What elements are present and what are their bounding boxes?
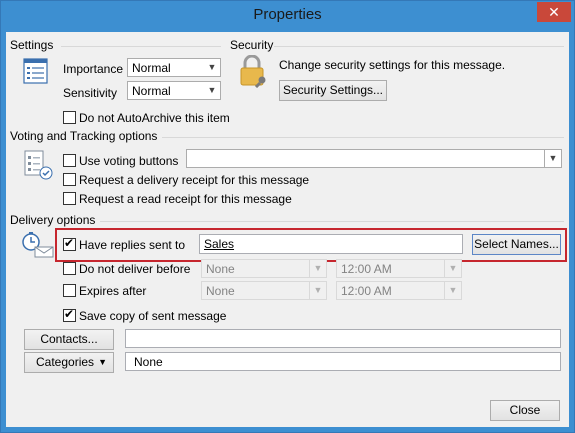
dialog-title: Properties (253, 6, 322, 23)
security-divider (274, 46, 564, 47)
have-replies-label: Have replies sent to (79, 238, 186, 252)
sensitivity-select[interactable]: Normal ▼ (127, 81, 221, 100)
contacts-input[interactable] (125, 329, 561, 348)
importance-select[interactable]: Normal ▼ (127, 58, 221, 77)
expires-label: Expires after (79, 284, 147, 298)
expires-date-value: None (206, 284, 235, 298)
chevron-down-icon: ▼ (207, 85, 217, 95)
delivery-receipt-label: Request a delivery receipt for this mess… (79, 173, 310, 187)
delivery-receipt-checkbox[interactable] (63, 173, 76, 186)
checkmark-icon: ✔ (64, 307, 75, 321)
sensitivity-label: Sensitivity (63, 86, 118, 100)
voting-divider (162, 137, 564, 138)
window-close-button[interactable]: ✕ (537, 2, 571, 22)
importance-label: Importance (63, 62, 124, 76)
settings-icon (23, 58, 49, 85)
chevron-down-icon: ▼ (544, 150, 561, 167)
use-voting-checkbox[interactable] (63, 154, 76, 167)
chevron-down-icon: ▼ (207, 62, 217, 72)
expires-time[interactable]: 12:00 AM ▼ (336, 281, 462, 300)
select-names-button[interactable]: Select Names... (472, 234, 561, 255)
settings-header: Settings (10, 38, 54, 52)
chevron-down-icon: ▼ (309, 260, 326, 277)
close-button[interactable]: Close (490, 400, 560, 421)
contacts-button[interactable]: Contacts... (24, 329, 114, 350)
title-bar: Properties ✕ (1, 1, 574, 32)
do-not-deliver-time[interactable]: 12:00 AM ▼ (336, 259, 462, 278)
delivery-divider (100, 221, 564, 222)
lock-icon (238, 54, 270, 89)
categories-value: None (134, 355, 163, 369)
expires-time-value: 12:00 AM (341, 284, 392, 298)
chevron-down-icon: ▼ (444, 282, 461, 299)
chevron-down-icon: ▼ (309, 282, 326, 299)
security-header: Security (230, 38, 274, 52)
categories-label: Categories (36, 355, 95, 369)
chevron-down-icon: ▼ (444, 260, 461, 277)
dialog-body: Settings Importance Normal ▼ Sensitivity… (6, 32, 569, 427)
read-receipt-checkbox[interactable] (63, 192, 76, 205)
do-not-deliver-date-value: None (206, 262, 235, 276)
categories-button[interactable]: Categories ▼ (24, 352, 114, 373)
read-receipt-label: Request a read receipt for this message (79, 192, 292, 206)
do-not-deliver-checkbox[interactable] (63, 262, 76, 275)
expires-date[interactable]: None ▼ (201, 281, 327, 300)
sensitivity-value: Normal (132, 84, 171, 98)
voting-header: Voting and Tracking options (10, 129, 158, 143)
categories-input[interactable]: None (125, 352, 561, 371)
do-not-deliver-time-value: 12:00 AM (341, 262, 392, 276)
settings-divider (61, 46, 221, 47)
delivery-header: Delivery options (10, 213, 96, 227)
use-voting-label: Use voting buttons (79, 154, 179, 168)
properties-dialog: Properties ✕ Settings Importance Normal … (0, 0, 575, 433)
delivery-clock-icon (21, 231, 55, 259)
security-description: Change security settings for this messag… (279, 58, 506, 72)
save-copy-checkbox[interactable]: ✔ (63, 307, 76, 322)
checkmark-icon: ✔ (64, 236, 75, 250)
expires-checkbox[interactable] (63, 284, 76, 297)
chevron-down-icon: ▼ (98, 357, 107, 367)
importance-value: Normal (132, 61, 171, 75)
replies-to-input[interactable]: Sales (199, 234, 463, 254)
save-copy-label: Save copy of sent message (79, 309, 227, 323)
autoarchive-label: Do not AutoArchive this item (79, 111, 230, 125)
voting-icon (23, 149, 55, 181)
security-settings-button[interactable]: Security Settings... (279, 80, 387, 101)
replies-to-value: Sales (204, 237, 235, 251)
voting-buttons-select[interactable]: ▼ (186, 149, 562, 168)
do-not-deliver-date[interactable]: None ▼ (201, 259, 327, 278)
do-not-deliver-label: Do not deliver before (79, 262, 191, 276)
autoarchive-checkbox[interactable] (63, 111, 76, 124)
have-replies-checkbox[interactable]: ✔ (63, 236, 76, 251)
